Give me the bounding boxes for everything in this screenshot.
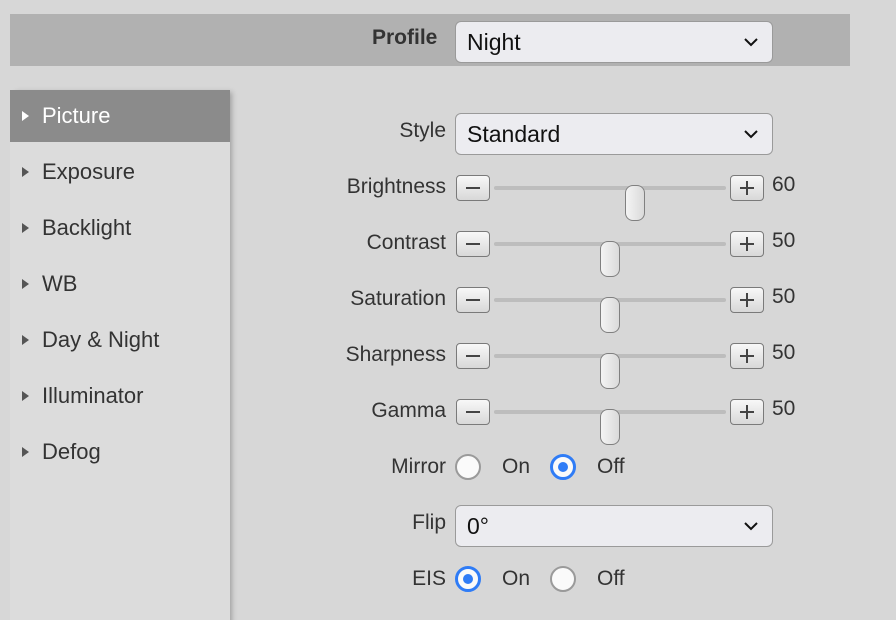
flip-select[interactable]: 0° <box>455 505 773 547</box>
flip-label: Flip <box>412 511 446 534</box>
sidebar-item-label: WB <box>42 271 78 296</box>
sharpness-label: Sharpness <box>345 343 446 366</box>
flip-select-value: 0° <box>467 513 489 539</box>
brightness-track[interactable] <box>494 185 726 221</box>
triangle-right-icon <box>22 335 29 345</box>
sidebar-item-picture[interactable]: Picture <box>10 90 230 142</box>
sidebar-item-label: Defog <box>42 439 101 464</box>
sidebar-item-label: Day & Night <box>42 327 160 352</box>
mirror-label: Mirror <box>391 455 446 478</box>
sidebar-item-label: Picture <box>42 103 111 128</box>
chevron-down-icon <box>744 130 758 139</box>
contrast-label: Contrast <box>366 231 446 254</box>
minus-icon <box>466 187 480 189</box>
triangle-right-icon <box>22 223 29 233</box>
sidebar-item-illuminator[interactable]: Illuminator <box>10 370 230 426</box>
saturation-value: 50 <box>772 285 796 308</box>
mirror-on-radio[interactable] <box>455 454 481 480</box>
minus-icon <box>466 411 480 413</box>
gamma-increase-button[interactable] <box>730 399 764 425</box>
sidebar-item-defog[interactable]: Defog <box>10 426 230 482</box>
style-select[interactable]: Standard <box>455 113 773 155</box>
saturation-track[interactable] <box>494 297 726 333</box>
contrast-thumb[interactable] <box>600 241 620 277</box>
triangle-right-icon <box>22 111 29 121</box>
saturation-thumb[interactable] <box>600 297 620 333</box>
brightness-label: Brightness <box>346 175 446 198</box>
contrast-value: 50 <box>772 229 796 252</box>
sharpness-track[interactable] <box>494 353 726 389</box>
saturation-label: Saturation <box>350 287 446 310</box>
gamma-thumb[interactable] <box>600 409 620 445</box>
brightness-thumb[interactable] <box>624 185 645 221</box>
style-select-value: Standard <box>467 121 561 147</box>
brightness-decrease-button[interactable] <box>456 175 490 201</box>
gamma-value: 50 <box>772 397 796 420</box>
brightness-slider <box>456 172 766 221</box>
triangle-right-icon <box>22 279 29 289</box>
brightness-value: 60 <box>772 173 796 196</box>
gamma-decrease-button[interactable] <box>456 399 490 425</box>
minus-icon <box>466 355 480 357</box>
chevron-down-icon <box>744 522 758 531</box>
sidebar-item-label: Exposure <box>42 159 135 184</box>
sharpness-value: 50 <box>772 341 796 364</box>
mirror-on-label: On <box>502 455 531 478</box>
sidebar-item-label: Backlight <box>42 215 132 240</box>
saturation-increase-button[interactable] <box>730 287 764 313</box>
eis-off-radio[interactable] <box>550 566 576 592</box>
sharpness-thumb[interactable] <box>600 353 620 389</box>
gamma-track[interactable] <box>494 409 726 445</box>
profile-select[interactable]: Night <box>455 21 773 63</box>
mirror-off-radio[interactable] <box>550 454 576 480</box>
profile-select-value: Night <box>467 29 521 55</box>
sidebar-item-label: Illuminator <box>42 383 144 408</box>
style-label: Style <box>399 119 446 142</box>
sidebar-item-exposure[interactable]: Exposure <box>10 146 230 202</box>
eis-on-radio[interactable] <box>455 566 481 592</box>
minus-icon <box>466 243 480 245</box>
sidebar-item-day-night[interactable]: Day & Night <box>10 314 230 370</box>
mirror-off-label: Off <box>597 455 625 478</box>
profile-label: Profile <box>372 26 438 49</box>
sharpness-slider <box>456 340 766 389</box>
chevron-down-icon <box>744 38 758 47</box>
triangle-right-icon <box>22 447 29 457</box>
minus-icon <box>466 299 480 301</box>
eis-on-label: On <box>502 567 531 590</box>
sharpness-decrease-button[interactable] <box>456 343 490 369</box>
contrast-increase-button[interactable] <box>730 231 764 257</box>
eis-off-label: Off <box>597 567 625 590</box>
gamma-label: Gamma <box>371 399 446 422</box>
triangle-right-icon <box>22 391 29 401</box>
sharpness-increase-button[interactable] <box>730 343 764 369</box>
eis-label: EIS <box>412 567 446 590</box>
contrast-slider <box>456 228 766 277</box>
brightness-increase-button[interactable] <box>730 175 764 201</box>
contrast-track[interactable] <box>494 241 726 277</box>
saturation-slider <box>456 284 766 333</box>
sidebar-item-backlight[interactable]: Backlight <box>10 202 230 258</box>
sidebar-item-wb[interactable]: WB <box>10 258 230 314</box>
saturation-decrease-button[interactable] <box>456 287 490 313</box>
contrast-decrease-button[interactable] <box>456 231 490 257</box>
sidebar: Picture Exposure Backlight WB Day & Nigh… <box>10 90 230 620</box>
gamma-slider <box>456 396 766 445</box>
triangle-right-icon <box>22 167 29 177</box>
